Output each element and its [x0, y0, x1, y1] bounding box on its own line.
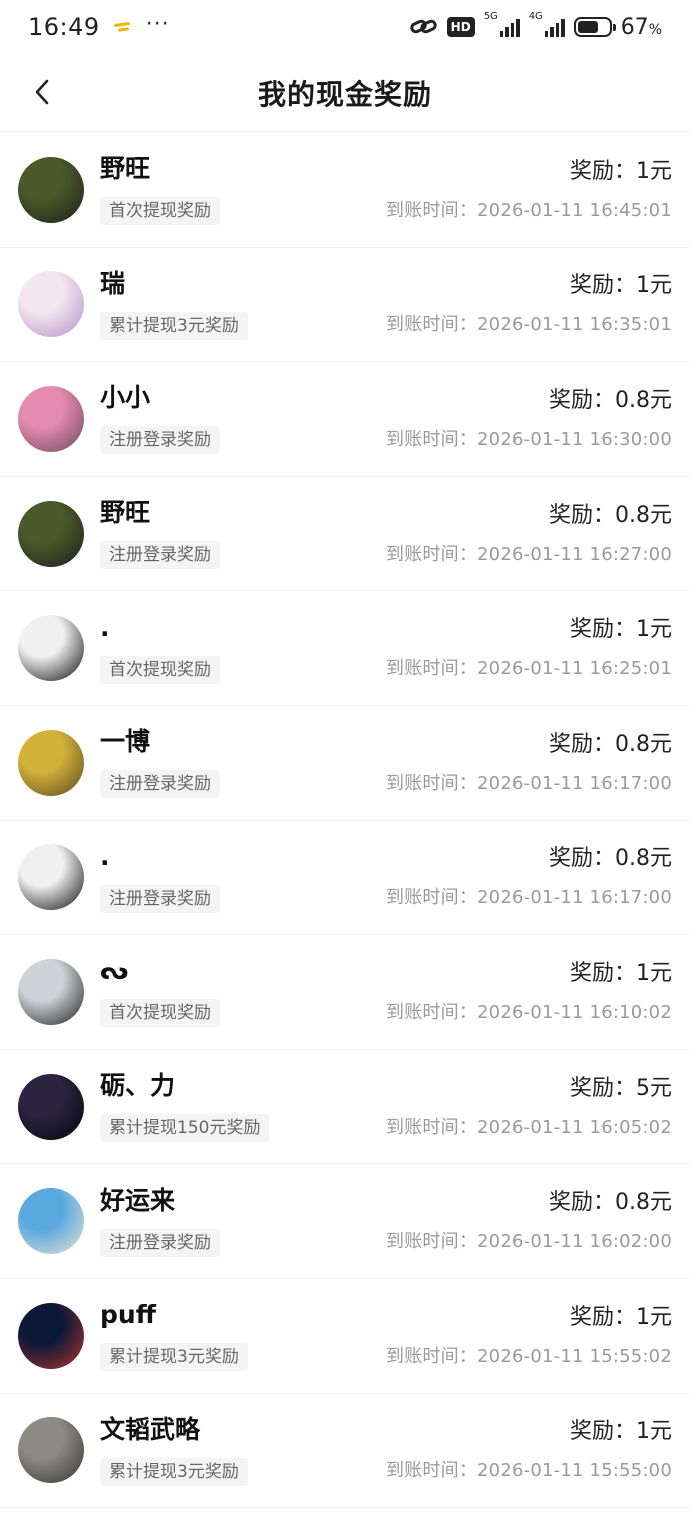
reward-type-tag: 首次提现奖励	[100, 197, 220, 226]
more-notifications-icon: ···	[145, 11, 170, 37]
avatar	[18, 615, 84, 682]
reward-list-item[interactable]: puff 累计提现3元奖励 奖励：1元 到账时间：2026-01-11 15:55:0…	[0, 1279, 690, 1394]
arrival-time: 到账时间：2026-01-11 16:05:02	[386, 1116, 672, 1138]
reward-amount: 奖励：0.8元	[549, 1190, 672, 1216]
reward-type-tag: 首次提现奖励	[100, 655, 220, 684]
reward-list-item[interactable]: 小小 注册登录奖励 奖励：0.8元 到账时间：2026-01-11 16:30:00	[0, 362, 690, 477]
signal-4g-icon: 4G	[529, 11, 565, 37]
arrival-time: 到账时间：2026-01-11 16:10:02	[386, 1001, 672, 1023]
reward-amount: 奖励：1元	[570, 158, 672, 184]
status-left: 16:49 ···	[28, 11, 170, 42]
avatar	[18, 1073, 84, 1140]
avatar	[18, 385, 84, 452]
reward-type-tag: 首次提现奖励	[100, 999, 220, 1028]
reward-list-item[interactable]: 文韬武略 累计提现3元奖励 奖励：1元 到账时间：2026-01-11 15:55:0…	[0, 1394, 690, 1509]
arrival-time: 到账时间：2026-01-11 15:55:02	[386, 1345, 672, 1367]
status-time: 16:49	[28, 13, 100, 41]
reward-list: 野旺 首次提现奖励 奖励：1元 到账时间：2026-01-11 16:45:01 瑞累计…	[0, 133, 690, 1509]
reward-details: 奖励：0.8元到账时间：2026-01-11 16:02:00	[386, 1189, 672, 1253]
arrival-time: 到账时间：2026-01-11 15:55:00	[386, 1460, 672, 1482]
reward-details: 奖励：1元到账时间：2026-01-11 15:55:02	[386, 1304, 672, 1368]
status-right: HD 5G 4G 67%	[408, 11, 662, 40]
reward-type-tag: 注册登录奖励	[100, 426, 220, 455]
reward-type-tag: 注册登录奖励	[100, 1228, 220, 1257]
battery-percent-value: 67	[620, 14, 649, 40]
chevron-left-icon	[35, 79, 49, 105]
page-title: 我的现金奖励	[257, 77, 432, 111]
reward-list-item[interactable]: 砺、力 累计提现150元奖励 奖励：5元 到账时间：2026-01-11 16:05:…	[0, 1050, 690, 1165]
reward-details: 奖励：0.8元到账时间：2026-01-11 16:17:00	[386, 731, 672, 795]
reward-amount: 奖励：0.8元	[549, 846, 672, 872]
reward-details: 奖励：1元到账时间：2026-01-11 16:25:01	[386, 616, 672, 680]
reward-details: 奖励：1元到账时间：2026-01-11 16:10:02	[386, 960, 672, 1024]
reward-list-item[interactable]: 瑞累计提现3元奖励 奖励：1元 到账时间：2026-01-11 16:35:01	[0, 248, 690, 363]
back-button[interactable]	[22, 72, 62, 112]
avatar	[18, 1417, 84, 1484]
avatar	[18, 156, 84, 223]
reward-type-tag: 累计提现3元奖励	[100, 311, 248, 340]
reward-details: 奖励：0.8元到账时间：2026-01-11 16:17:00	[386, 845, 672, 909]
avatar	[18, 844, 84, 911]
arrival-time: 到账时间：2026-01-11 16:45:01	[386, 199, 672, 221]
reward-details: 奖励：1元到账时间：2026-01-11 16:35:01	[386, 272, 672, 336]
battery-percent: 67%	[621, 15, 662, 40]
signal-5g-label: 5G	[483, 11, 498, 22]
arrival-time: 到账时间：2026-01-11 16:30:00	[386, 428, 672, 450]
hd-icon: HD	[446, 17, 475, 37]
avatar	[18, 1302, 84, 1369]
reward-type-tag: 注册登录奖励	[100, 884, 220, 913]
reward-amount: 奖励：5元	[570, 1075, 672, 1101]
arrival-time: 到账时间：2026-01-11 16:35:01	[386, 314, 672, 336]
reward-details: 奖励：5元到账时间：2026-01-11 16:05:02	[386, 1075, 672, 1139]
reward-list-item[interactable]: 野旺 注册登录奖励 奖励：0.8元 到账时间：2026-01-11 16:27:00	[0, 477, 690, 592]
reward-amount: 奖励：0.8元	[549, 731, 672, 757]
arrival-time: 到账时间：2026-01-11 16:25:01	[386, 658, 672, 680]
avatar	[18, 729, 84, 796]
nav-header: 我的现金奖励	[0, 54, 690, 132]
reward-list-item[interactable]: 野旺 首次提现奖励 奖励：1元 到账时间：2026-01-11 16:45:01	[0, 133, 690, 248]
signal-4g-label: 4G	[528, 11, 543, 22]
reward-type-tag: 注册登录奖励	[100, 770, 220, 799]
link-icon	[408, 17, 439, 37]
arrival-time: 到账时间：2026-01-11 16:27:00	[386, 543, 672, 565]
avatar	[18, 1188, 84, 1255]
battery-fill	[577, 21, 598, 33]
reward-amount: 奖励：1元	[570, 1304, 672, 1330]
arrival-time: 到账时间：2026-01-11 16:02:00	[386, 1231, 672, 1253]
reward-amount: 奖励：1元	[570, 617, 672, 643]
signal-5g-icon: 5G	[484, 11, 520, 37]
status-bar: 16:49 ··· HD 5G 4G 67%	[0, 0, 690, 54]
avatar	[18, 271, 84, 338]
reward-type-tag: 累计提现150元奖励	[100, 1114, 270, 1143]
avatar	[18, 500, 84, 567]
reward-list-item[interactable]: 一博 注册登录奖励 奖励：0.8元 到账时间：2026-01-11 16:17:00	[0, 706, 690, 821]
reward-list-item[interactable]: ᔓ 首次提现奖励 奖励：1元 到账时间：2026-01-11 16:10:02	[0, 935, 690, 1050]
reward-details: 奖励：0.8元到账时间：2026-01-11 16:30:00	[386, 387, 672, 451]
reward-amount: 奖励：1元	[570, 960, 672, 986]
arrival-time: 到账时间：2026-01-11 16:17:00	[386, 772, 672, 794]
avatar	[18, 958, 84, 1025]
reward-details: 奖励：0.8元到账时间：2026-01-11 16:27:00	[386, 502, 672, 566]
reward-type-tag: 累计提现3元奖励	[100, 1457, 248, 1486]
reward-amount: 奖励：0.8元	[549, 502, 672, 528]
arrival-time: 到账时间：2026-01-11 16:17:00	[386, 887, 672, 909]
reward-amount: 奖励：1元	[570, 273, 672, 299]
reward-details: 奖励：1元到账时间：2026-01-11 15:55:00	[386, 1418, 672, 1482]
notification-icon	[112, 20, 134, 34]
reward-list-item[interactable]: . 首次提现奖励 奖励：1元 到账时间：2026-01-11 16:25:01	[0, 591, 690, 706]
battery-percent-unit: %	[648, 21, 662, 38]
reward-list-item[interactable]: . 注册登录奖励 奖励：0.8元 到账时间：2026-01-11 16:17:00	[0, 821, 690, 936]
reward-type-tag: 注册登录奖励	[100, 541, 220, 570]
reward-amount: 奖励：0.8元	[549, 387, 672, 413]
reward-list-item[interactable]: 好运来 注册登录奖励 奖励：0.8元 到账时间：2026-01-11 16:02:00	[0, 1164, 690, 1279]
reward-amount: 奖励：1元	[570, 1419, 672, 1445]
reward-type-tag: 累计提现3元奖励	[100, 1343, 248, 1372]
battery-icon	[573, 17, 616, 37]
reward-details: 奖励：1元到账时间：2026-01-11 16:45:01	[386, 158, 672, 222]
